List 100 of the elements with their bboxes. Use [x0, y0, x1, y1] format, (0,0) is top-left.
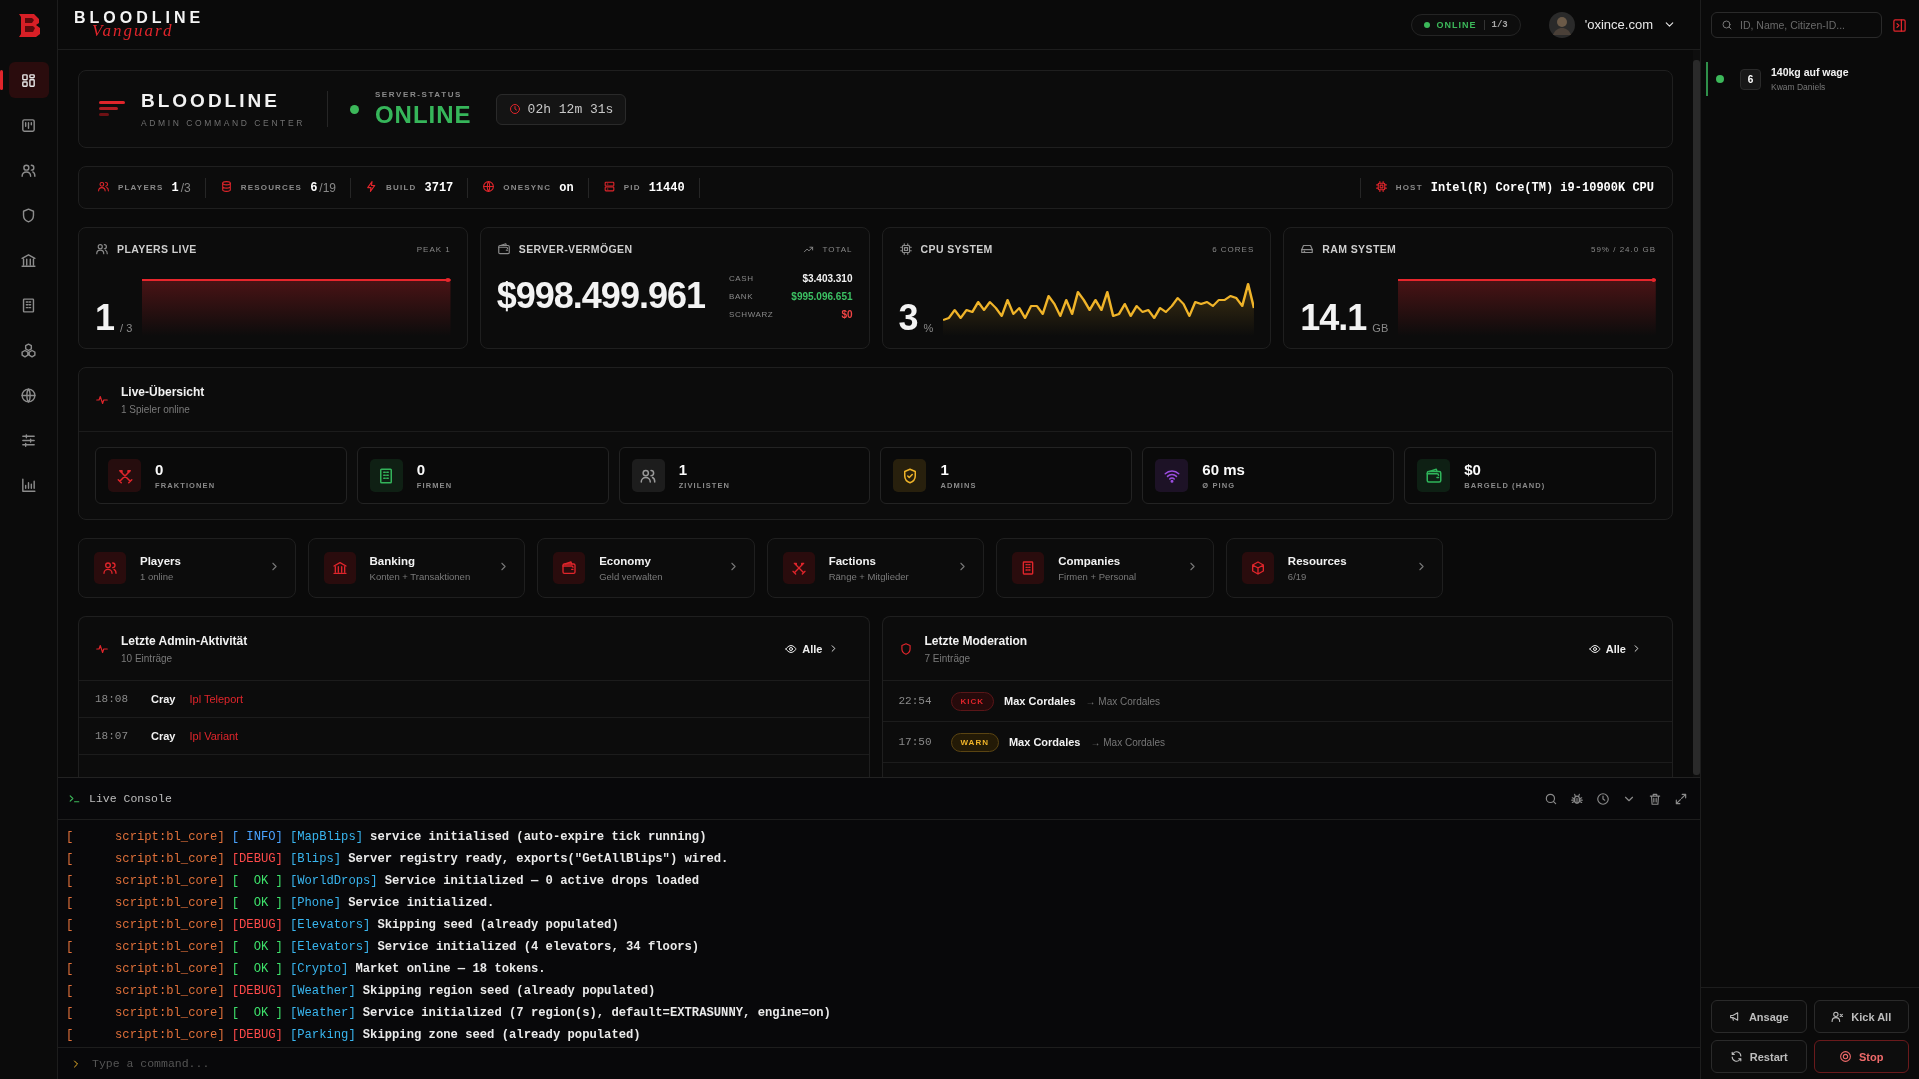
- log-level: [DEBUG]: [231, 917, 283, 934]
- log-module: [Elevators]: [289, 939, 371, 956]
- info-label: BUILD: [386, 183, 417, 192]
- card-title: SERVER-VERMÖGEN: [518, 243, 633, 255]
- log-message: Skipping region seed (already populated): [362, 983, 656, 1000]
- action-button[interactable]: Ansage: [1711, 1000, 1807, 1033]
- log-bracket: [: [66, 1005, 75, 1022]
- building-icon: [20, 296, 37, 314]
- expand-icon: [1674, 791, 1688, 806]
- globe-icon: [20, 386, 37, 404]
- action-button[interactable]: Restart: [1711, 1040, 1807, 1073]
- history-button[interactable]: [1596, 791, 1610, 806]
- info-label: RESOURCES: [240, 183, 303, 192]
- stat-unit: GB: [1372, 322, 1389, 334]
- log-target: Max Cordales: [1004, 695, 1076, 707]
- log-message: Service initialized.: [348, 895, 495, 912]
- log-level: [DEBUG]: [231, 851, 283, 868]
- action-badge: KICK: [950, 691, 995, 711]
- clock-icon: [508, 103, 521, 115]
- stat-value: $998.499.961: [496, 278, 705, 314]
- log-level: [ OK ]: [231, 939, 283, 956]
- stat-unit: %: [923, 322, 934, 334]
- log-message: Skipping seed (already populated): [377, 917, 619, 934]
- info-label: ONESYNC: [503, 183, 552, 192]
- panel-collapse-icon: [1892, 17, 1907, 33]
- section-title: Letzte Admin-Aktivität: [121, 633, 248, 648]
- clear-button[interactable]: [1648, 791, 1662, 806]
- collapse-button[interactable]: [1892, 17, 1907, 33]
- info-value: on: [559, 180, 574, 195]
- server-icon: [602, 179, 616, 193]
- user-menu[interactable]: 'oxince.com: [1548, 11, 1676, 38]
- expand-button[interactable]: [1674, 791, 1688, 806]
- board-icon: [20, 116, 37, 134]
- globe-icon: [482, 179, 496, 193]
- nav-card[interactable]: Factions Ränge + Mitglieder: [766, 538, 985, 598]
- users-icon: [20, 161, 37, 179]
- log-level: [DEBUG]: [231, 983, 283, 1000]
- eye-icon: [1588, 642, 1601, 655]
- log-source: script:bl_core]: [115, 829, 225, 846]
- users-icon: [102, 560, 118, 576]
- metric-value: 1: [678, 461, 688, 478]
- refresh-icon: [1729, 1050, 1743, 1063]
- search-field[interactable]: ID, Name, Citizen-ID...: [1711, 12, 1882, 38]
- action-button[interactable]: Kick All: [1813, 1000, 1909, 1033]
- log-user: Cray: [151, 730, 176, 742]
- nav-card[interactable]: Companies Firmen + Personal: [996, 538, 1214, 598]
- log-source: script:bl_core]: [115, 873, 225, 890]
- sliders-icon: [20, 431, 37, 449]
- metric-value: 60 ms: [1202, 461, 1245, 478]
- metric-value: $0: [1464, 461, 1482, 478]
- log-action: Ipl Variant: [189, 730, 239, 742]
- nav-card[interactable]: Economy Geld verwalten: [537, 538, 755, 598]
- nav-card[interactable]: Banking Konten + Transaktionen: [307, 538, 526, 598]
- log-bracket: [: [66, 829, 75, 846]
- card-title: CPU SYSTEM: [920, 243, 993, 255]
- wallet-icon: [496, 242, 511, 256]
- card-title: RAM SYSTEM: [1322, 243, 1397, 255]
- view-all-button[interactable]: Alle: [779, 638, 853, 659]
- log-bracket: [: [66, 939, 75, 956]
- log-level: [ OK ]: [231, 1005, 283, 1022]
- player-id: 6: [1740, 68, 1761, 90]
- header-title: BLOODLINE: [141, 90, 281, 112]
- scrollbar[interactable]: [1693, 50, 1700, 777]
- info-label: PLAYERS: [118, 183, 164, 192]
- log-source: script:bl_core]: [115, 1027, 225, 1044]
- clock-icon: [1596, 791, 1610, 806]
- nav-card[interactable]: Resources 6/19: [1225, 538, 1444, 598]
- log-actor: → Max Cordales: [1085, 695, 1161, 707]
- eye-icon: [785, 642, 798, 655]
- log-source: script:bl_core]: [115, 895, 225, 912]
- stop-icon: [1839, 1050, 1852, 1063]
- log-actor: → Max Cordales: [1090, 736, 1165, 748]
- user-remove-icon: [1831, 1010, 1845, 1023]
- log-time: 18:07: [95, 730, 129, 742]
- nav-card[interactable]: Players 1 online: [78, 538, 296, 598]
- log-message: Market online — 18 tokens.: [355, 961, 546, 978]
- log-target: Max Cordales: [1008, 736, 1081, 748]
- search-icon: [1544, 791, 1558, 806]
- drive-icon: [1300, 242, 1315, 256]
- database-icon: [219, 179, 233, 193]
- player-item[interactable]: 6 140kg auf wage Kwam Daniels: [1706, 62, 1919, 96]
- log-message: Service initialized — 0 active drops loaded: [384, 873, 700, 890]
- info-total: /19: [319, 180, 337, 195]
- uptime-chip: 02h 12m 31s: [495, 93, 627, 125]
- card-note: PEAK 1: [416, 244, 451, 254]
- view-all-button[interactable]: Alle: [1582, 638, 1656, 659]
- action-button[interactable]: Stop: [1813, 1040, 1909, 1073]
- log-message: Server registry ready, exports("GetAllBlips") wired.: [348, 851, 729, 868]
- command-input[interactable]: Type a command...: [92, 1053, 1688, 1074]
- log-bracket: [: [66, 851, 75, 868]
- card-note: 59% / 24.0 GB: [1590, 244, 1656, 254]
- stat-value: 1: [95, 300, 115, 336]
- stat-value: 3: [898, 300, 918, 336]
- debug-button[interactable]: [1570, 791, 1584, 806]
- log-source: script:bl_core]: [115, 983, 225, 1000]
- search-button[interactable]: [1544, 791, 1558, 806]
- status-dot: [349, 104, 359, 114]
- header-subtitle: ADMIN COMMAND CENTER: [141, 118, 305, 128]
- server-status: ONLINE: [374, 100, 472, 129]
- swords-icon: [790, 560, 807, 576]
